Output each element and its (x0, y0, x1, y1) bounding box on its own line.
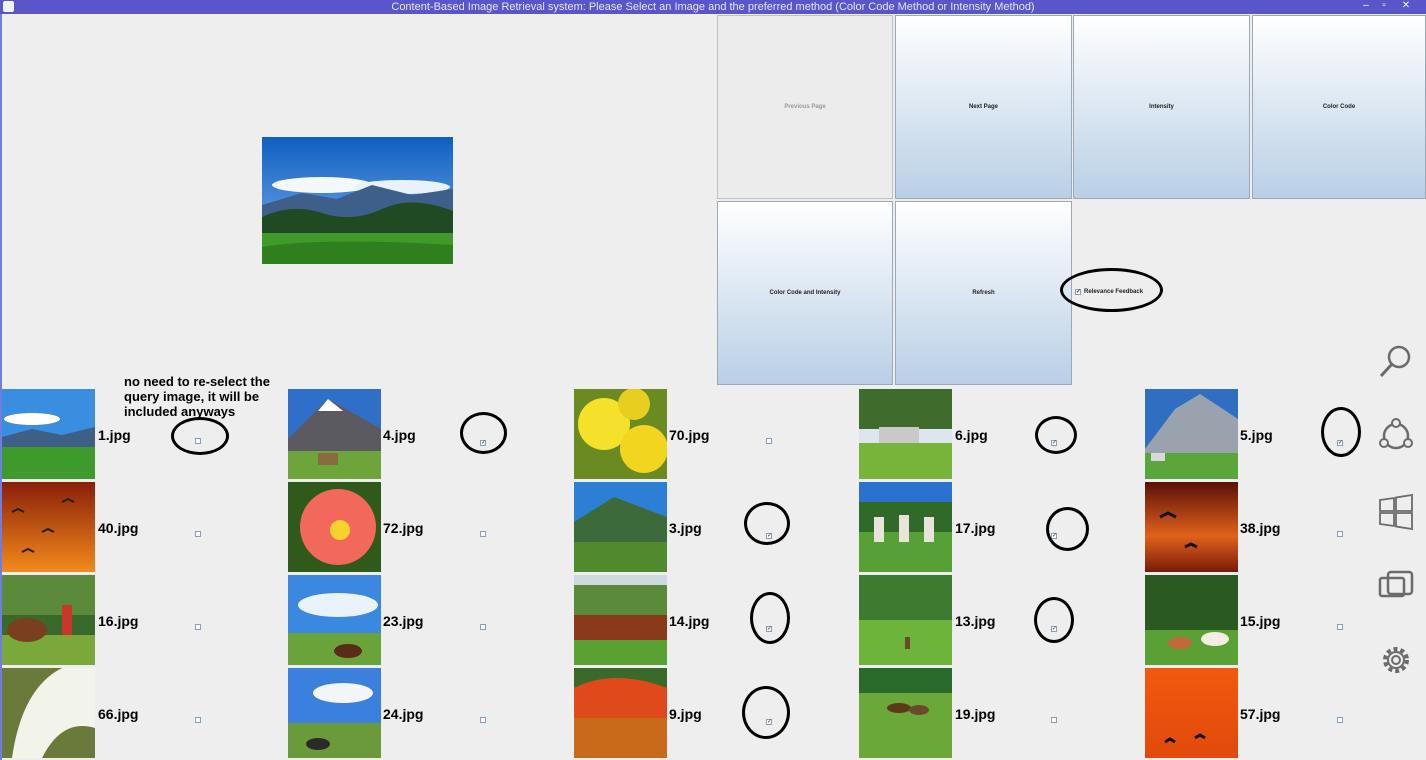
thumb-70[interactable] (574, 389, 667, 479)
select-checkbox[interactable] (195, 717, 201, 723)
filename-label: 14.jpg (669, 613, 710, 629)
thumb-5[interactable] (1145, 389, 1238, 479)
intensity-button[interactable]: Intensity (1073, 15, 1250, 199)
close-icon[interactable]: ✕ (1398, 0, 1414, 14)
next-page-button[interactable]: Next Page (895, 15, 1072, 199)
query-image (262, 137, 453, 264)
select-checkbox[interactable] (480, 531, 486, 537)
filename-label: 4.jpg (383, 427, 416, 443)
select-checkbox[interactable] (195, 531, 201, 537)
select-checkbox[interactable] (195, 624, 201, 630)
thumb-4[interactable] (288, 389, 381, 479)
minimize-icon[interactable]: – (1358, 0, 1374, 14)
thumb-3[interactable] (574, 482, 667, 572)
annotation-circle (1060, 268, 1163, 312)
java-app-icon (3, 1, 14, 12)
annotation-circle (744, 502, 790, 545)
devices-icon[interactable] (1376, 568, 1416, 604)
filename-label: 70.jpg (669, 427, 710, 443)
refresh-button[interactable]: Refresh (895, 201, 1072, 385)
thumb-19[interactable] (859, 668, 952, 758)
thumb-40[interactable] (2, 482, 95, 572)
filename-label: 3.jpg (669, 520, 702, 536)
thumb-1[interactable] (2, 389, 95, 479)
filename-label: 16.jpg (98, 613, 139, 629)
thumb-72[interactable] (288, 482, 381, 572)
annotation-circle (1321, 407, 1361, 457)
select-checkbox[interactable] (480, 624, 486, 630)
filename-label: 13.jpg (955, 613, 996, 629)
thumb-66[interactable] (2, 668, 95, 758)
select-checkbox[interactable] (1337, 531, 1343, 537)
filename-label: 1.jpg (98, 427, 131, 443)
thumb-16[interactable] (2, 575, 95, 665)
thumb-24[interactable] (288, 668, 381, 758)
filename-label: 9.jpg (669, 706, 702, 722)
filename-label: 24.jpg (383, 706, 424, 722)
filename-label: 19.jpg (955, 706, 996, 722)
thumb-17[interactable] (859, 482, 952, 572)
annotation-circle (1035, 416, 1077, 454)
select-checkbox[interactable] (1051, 717, 1057, 723)
filename-label: 15.jpg (1240, 613, 1281, 629)
select-checkbox[interactable] (1337, 717, 1343, 723)
thumb-57[interactable] (1145, 668, 1238, 758)
search-icon[interactable] (1376, 343, 1416, 379)
thumb-14[interactable] (574, 575, 667, 665)
thumb-38[interactable] (1145, 482, 1238, 572)
share-icon[interactable] (1376, 418, 1416, 454)
title-bar: Content-Based Image Retrieval system: Pl… (0, 0, 1426, 14)
color-code-and-intensity-button[interactable]: Color Code and Intensity (717, 201, 893, 385)
select-checkbox[interactable] (480, 717, 486, 723)
thumb-9[interactable] (574, 668, 667, 758)
select-checkbox[interactable] (1337, 624, 1343, 630)
start-icon[interactable] (1376, 494, 1416, 530)
annotation-circle (742, 686, 790, 739)
annotation-circle (460, 412, 507, 454)
filename-label: 66.jpg (98, 706, 139, 722)
maximize-icon[interactable]: ▫ (1376, 0, 1392, 14)
thumb-6[interactable] (859, 389, 952, 479)
filename-label: 23.jpg (383, 613, 424, 629)
filename-label: 6.jpg (955, 427, 988, 443)
thumb-15[interactable] (1145, 575, 1238, 665)
select-checkbox[interactable] (766, 438, 772, 444)
filename-label: 5.jpg (1240, 427, 1273, 443)
thumb-23[interactable] (288, 575, 381, 665)
filename-label: 72.jpg (383, 520, 424, 536)
thumb-13[interactable] (859, 575, 952, 665)
annotation-circle (1046, 507, 1089, 551)
annotation-note: no need to re-select the query image, it… (124, 374, 270, 419)
filename-label: 40.jpg (98, 520, 139, 536)
window-title: Content-Based Image Retrieval system: Pl… (391, 1, 1035, 13)
settings-icon[interactable] (1376, 642, 1416, 678)
filename-label: 17.jpg (955, 520, 996, 536)
filename-label: 57.jpg (1240, 706, 1281, 722)
annotation-circle (171, 417, 229, 455)
annotation-circle (750, 592, 790, 644)
color-code-button[interactable]: Color Code (1252, 15, 1426, 199)
previous-page-button[interactable]: Previous Page (717, 15, 893, 199)
annotation-circle (1034, 597, 1074, 643)
filename-label: 38.jpg (1240, 520, 1281, 536)
